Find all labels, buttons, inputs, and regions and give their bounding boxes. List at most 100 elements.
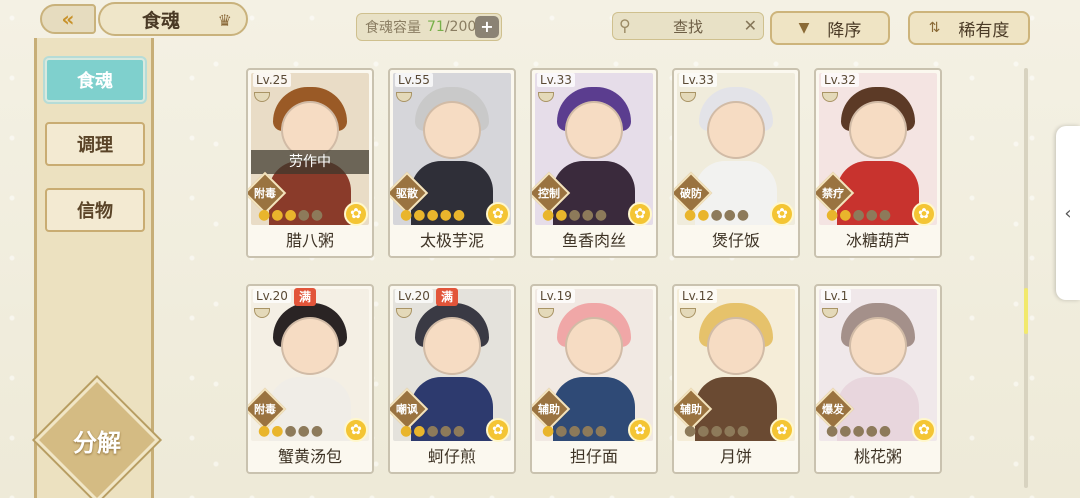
soul-card[interactable]: Lv.20 满附毒 ● ● ● ● ● ✿ 蟹黄汤包 <box>246 284 374 474</box>
star-rating: ● ● ● ● ● <box>542 207 607 223</box>
role-label: 辅助 <box>680 403 702 416</box>
back-button[interactable]: « <box>40 4 96 34</box>
capacity-total: /200 <box>444 19 477 35</box>
star-icon: ● <box>736 423 750 439</box>
soul-card[interactable]: Lv.25 劳作中 附毒 ● ● ● ● ● ✿ 腊八粥 <box>246 68 374 258</box>
capacity-current: 71 <box>427 19 445 35</box>
star-icon: ● <box>426 207 439 223</box>
side-panel-tab[interactable]: ‹ <box>1056 126 1080 300</box>
level-label: Lv.1 <box>821 289 852 303</box>
character-face <box>423 317 481 375</box>
sidebar-item-label: 调理 <box>77 135 113 156</box>
character-face <box>281 317 339 375</box>
level-label: Lv.12 <box>679 289 717 303</box>
star-icon: ● <box>839 423 852 439</box>
level-label: Lv.20 <box>253 289 291 303</box>
star-icon: ● <box>697 423 710 439</box>
character-name: 太极芋泥 <box>390 226 514 256</box>
level-label: Lv.32 <box>821 73 859 87</box>
star-icon: ● <box>839 207 852 223</box>
star-icon: ● <box>439 423 452 439</box>
star-rating: ● ● ● ● ● <box>826 207 891 223</box>
star-icon: ● <box>865 207 878 223</box>
star-icon: ● <box>452 207 466 223</box>
star-icon: ● <box>710 423 723 439</box>
star-icon: ● <box>297 207 310 223</box>
soul-card[interactable]: Lv.33 控制 ● ● ● ● ● ✿ 鱼香肉丝 <box>530 68 658 258</box>
star-icon: ● <box>310 207 324 223</box>
star-icon: ● <box>400 207 413 223</box>
soul-card[interactable]: Lv.33 破防 ● ● ● ● ● ✿ 煲仔饭 <box>672 68 800 258</box>
soul-card[interactable]: Lv.32 禁疗 ● ● ● ● ● ✿ 冰糖葫芦 <box>814 68 942 258</box>
level-label: Lv.25 <box>253 73 291 87</box>
soul-card[interactable]: Lv.20 满嘲讽 ● ● ● ● ● ✿ 蚵仔煎 <box>388 284 516 474</box>
sidebar-item-soul[interactable]: 食魂 <box>45 58 145 102</box>
soul-card[interactable]: Lv.19 辅助 ● ● ● ● ● ✿ 担仔面 <box>530 284 658 474</box>
search-field[interactable]: ⚲ 查找 ✕ <box>612 12 764 40</box>
flower-rarity-icon: ✿ <box>344 418 368 442</box>
star-rating: ● ● ● ● ● <box>400 207 465 223</box>
star-rating: ● ● ● ● ● <box>826 423 891 439</box>
star-icon: ● <box>555 423 568 439</box>
sidebar-item-tokens[interactable]: 信物 <box>45 188 145 232</box>
star-icon: ● <box>439 207 452 223</box>
add-capacity-button[interactable]: + <box>475 16 499 38</box>
star-rating: ● ● ● ● ● <box>542 423 607 439</box>
character-name: 蚵仔煎 <box>390 442 514 472</box>
soul-card[interactable]: Lv.1 爆发 ● ● ● ● ● ✿ 桃花粥 <box>814 284 942 474</box>
star-icon: ● <box>723 423 736 439</box>
sort-order-label: 降序 <box>827 20 862 41</box>
character-name: 鱼香肉丝 <box>532 226 656 256</box>
character-name: 桃花粥 <box>816 442 940 472</box>
character-name: 蟹黄汤包 <box>248 442 372 472</box>
character-name: 煲仔饭 <box>674 226 798 256</box>
character-face <box>423 101 481 159</box>
star-icon: ● <box>413 207 426 223</box>
sort-order-button[interactable]: ▼ 降序 <box>770 11 890 45</box>
star-icon: ● <box>826 423 839 439</box>
star-icon: ● <box>413 423 426 439</box>
star-icon: ● <box>684 423 697 439</box>
sort-by-label: 稀有度 <box>958 20 1010 41</box>
star-icon: ● <box>723 207 736 223</box>
star-icon: ● <box>878 207 892 223</box>
character-name: 担仔面 <box>532 442 656 472</box>
flower-rarity-icon: ✿ <box>912 202 936 226</box>
level-label: Lv.20 <box>395 289 433 303</box>
scrollbar-thumb[interactable] <box>1024 288 1028 334</box>
star-icon: ● <box>581 207 594 223</box>
character-face <box>565 317 623 375</box>
sidebar-item-conditioning[interactable]: 调理 <box>45 122 145 166</box>
role-label: 驱散 <box>396 187 418 200</box>
sort-by-button[interactable]: ⇅ 稀有度 <box>908 11 1030 45</box>
star-icon: ● <box>594 207 608 223</box>
role-label: 嘲讽 <box>396 403 418 416</box>
star-rating: ● ● ● ● ● <box>258 423 323 439</box>
page-title: 食魂 <box>142 9 181 32</box>
star-rating: ● ● ● ● ● <box>684 207 749 223</box>
star-icon: ● <box>697 207 710 223</box>
flower-rarity-icon: ✿ <box>770 202 794 226</box>
chevron-left-icon: ‹ <box>1064 202 1072 224</box>
star-icon: ● <box>865 423 878 439</box>
star-icon: ● <box>568 423 581 439</box>
scrollbar-track[interactable] <box>1024 68 1028 488</box>
soul-card[interactable]: Lv.12 辅助 ● ● ● ● ● ✿ 月饼 <box>672 284 800 474</box>
flower-rarity-icon: ✿ <box>770 418 794 442</box>
decompose-label[interactable]: 分解 <box>53 423 141 458</box>
flower-rarity-icon: ✿ <box>486 202 510 226</box>
star-icon: ● <box>284 423 297 439</box>
role-label: 控制 <box>538 187 560 200</box>
role-label: 爆发 <box>822 403 844 416</box>
role-label: 破防 <box>680 187 702 200</box>
character-face <box>849 317 907 375</box>
max-level-badge: 满 <box>294 288 316 306</box>
crown-icon[interactable]: ♛ <box>218 11 232 30</box>
star-icon: ● <box>826 207 839 223</box>
clear-search-icon[interactable]: ✕ <box>744 16 757 35</box>
star-icon: ● <box>271 207 284 223</box>
star-icon: ● <box>542 423 555 439</box>
search-label: 查找 <box>672 17 703 36</box>
top-bar: « 食魂 ♛ 食魂容量 71 /200 + ⚲ 查找 ✕ ▼ 降序 ⇅ 稀有度 <box>0 0 1080 48</box>
soul-card[interactable]: Lv.55 驱散 ● ● ● ● ● ✿ 太极芋泥 <box>388 68 516 258</box>
